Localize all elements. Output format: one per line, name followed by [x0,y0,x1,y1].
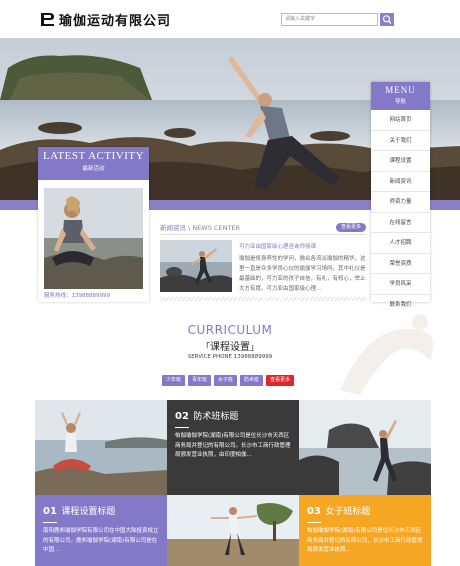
side-menu: MENU 导航 网站首页 关于我们 课程设置 新闻资讯 师资力量 在线留言 人才… [371,82,430,308]
menu-item-honors[interactable]: 荣誉资质 [371,254,430,274]
menu-item-jobs[interactable]: 人才招聘 [371,233,430,254]
menu-item-students[interactable]: 学员风采 [371,274,430,295]
logo-text: 瑜伽运动有限公司 [59,13,172,29]
menu-item-contact[interactable]: 联系我们 [371,295,430,316]
course-text-3: 帕伽瑜伽学院(湖南)有限公司是位长沙市天西区商务局并登记的有限公司，长沙市工商行… [307,528,423,553]
course-card-3[interactable]: 03 女子班标题 帕伽瑜伽学院(湖南)有限公司是位长沙市天西区商务局并登记的有限… [299,495,431,566]
activity-image[interactable] [44,188,143,289]
header: 瑜伽运动有限公司 请输入关键字 [0,0,460,38]
outdoor-yoga-photo [167,495,299,566]
menu-item-news[interactable]: 新闻资讯 [371,172,430,192]
news-divider [160,234,366,235]
news-title-cn: 新闻资讯 [160,224,186,232]
course-num-2: 02 [175,411,189,422]
search-input[interactable]: 请输入关键字 [281,13,378,26]
menu-item-courses[interactable]: 课程设置 [371,151,430,172]
beach-yoga-photo [299,400,431,495]
course-text-2: 帕伽瑜伽学院(湖南)有限公司是位长沙市天西区商务局并登记的有限公司。长沙市工商行… [175,433,291,458]
activity-subtitle: 最新活动 [82,166,105,172]
course-grid: 02 防术班标题 帕伽瑜伽学院(湖南)有限公司是位长沙市天西区商务局并登记的有限… [35,400,431,566]
menu-subtitle: 导航 [394,99,406,105]
news-image[interactable] [160,240,232,292]
course-heading-2: 02 防术班标题 [175,406,291,424]
tag-young-adult[interactable]: 青年班 [188,375,212,386]
curriculum-title-cn: 「课程设置」 [0,338,460,353]
menu-item-teachers[interactable]: 师资力量 [371,192,430,213]
yoga-photo [35,400,167,495]
news-more-button[interactable]: 查看更多 [336,223,366,232]
course-card-1[interactable]: 01 课程设置标题 南阳鹿邦瑜伽学院有限公司在中国大陆投资成立的有限公司，鹿邦瑜… [35,495,167,566]
course-text-1: 南阳鹿邦瑜伽学院有限公司在中国大陆投资成立的有限公司，鹿邦瑜伽学院(湖南)有限公… [43,528,159,553]
course-num-3: 03 [307,506,321,517]
bracket-left: 「 [200,343,210,353]
news-stripe [160,297,366,301]
menu-item-about[interactable]: 关于我们 [371,131,430,151]
search-button[interactable] [380,13,394,26]
news-title-en: \ NEWS CENTER [188,224,241,232]
activity-title: LATEST ACTIVITY [42,150,145,162]
menu-item-message[interactable]: 在线留言 [371,213,430,233]
course-divider-3 [307,522,321,523]
course-heading-1: 01 课程设置标题 [43,501,159,519]
meditation-photo [44,188,143,289]
course-num-1: 01 [43,506,57,517]
news-section-title: 新闻资讯 \ NEWS CENTER [160,222,240,232]
bracket-right: 」 [250,343,260,353]
news-photo [160,240,232,292]
logo-icon [41,13,54,26]
course-tags: 少年班 青年班 女子班 防术班 查看更多 [162,375,295,386]
tag-women[interactable]: 女子班 [214,375,238,386]
course-divider-2 [175,427,189,428]
curriculum-title-text: 课程设置 [210,342,250,353]
latest-activity-panel: LATEST ACTIVITY 最新活动 服务热线：13988889999 [38,147,149,302]
tag-more[interactable]: 查看更多 [266,375,295,386]
course-name-1: 课程设置标题 [61,507,116,517]
course-name-2: 防术班标题 [193,412,239,422]
curriculum-title-en: CURRICULUM [187,323,273,337]
course-divider-1 [43,522,57,523]
course-card-2[interactable]: 02 防术班标题 帕伽瑜伽学院(湖南)有限公司是位长沙市天西区商务局并登记的有限… [167,400,299,495]
curriculum-phone: SERVICE PHONE 13988889999 [187,354,273,360]
search-icon [382,15,392,24]
menu-item-home[interactable]: 网站首页 [371,110,430,131]
search-box: 请输入关键字 [281,13,394,26]
menu-title: MENU [385,85,416,95]
course-photo-2[interactable] [167,495,299,566]
tag-defense[interactable]: 防术班 [240,375,264,386]
page: 瑜伽运动有限公司 请输入关键字 LATEST ACTIVITY 最新活动 服务热… [0,0,460,566]
tag-youth[interactable]: 少年班 [162,375,186,386]
logo[interactable]: 瑜伽运动有限公司 [38,9,171,29]
course-photo-3[interactable] [299,400,431,495]
course-heading-3: 03 女子班标题 [307,501,423,519]
news-body: 瑜伽是修身养性的学问，融合各流派瑜伽的精华，这里一直是众多学员心仪的瑜伽学习场所… [239,256,366,292]
activity-phone: 服务热线：13988889999 [44,293,110,299]
menu-header: MENU 导航 [371,82,430,110]
course-photo-1[interactable] [35,400,167,495]
course-name-3: 女子班标题 [325,507,371,517]
activity-header: LATEST ACTIVITY 最新活动 [38,147,149,180]
news-headline[interactable]: 可力亚由国家级心理咨询师授课 [239,242,316,250]
